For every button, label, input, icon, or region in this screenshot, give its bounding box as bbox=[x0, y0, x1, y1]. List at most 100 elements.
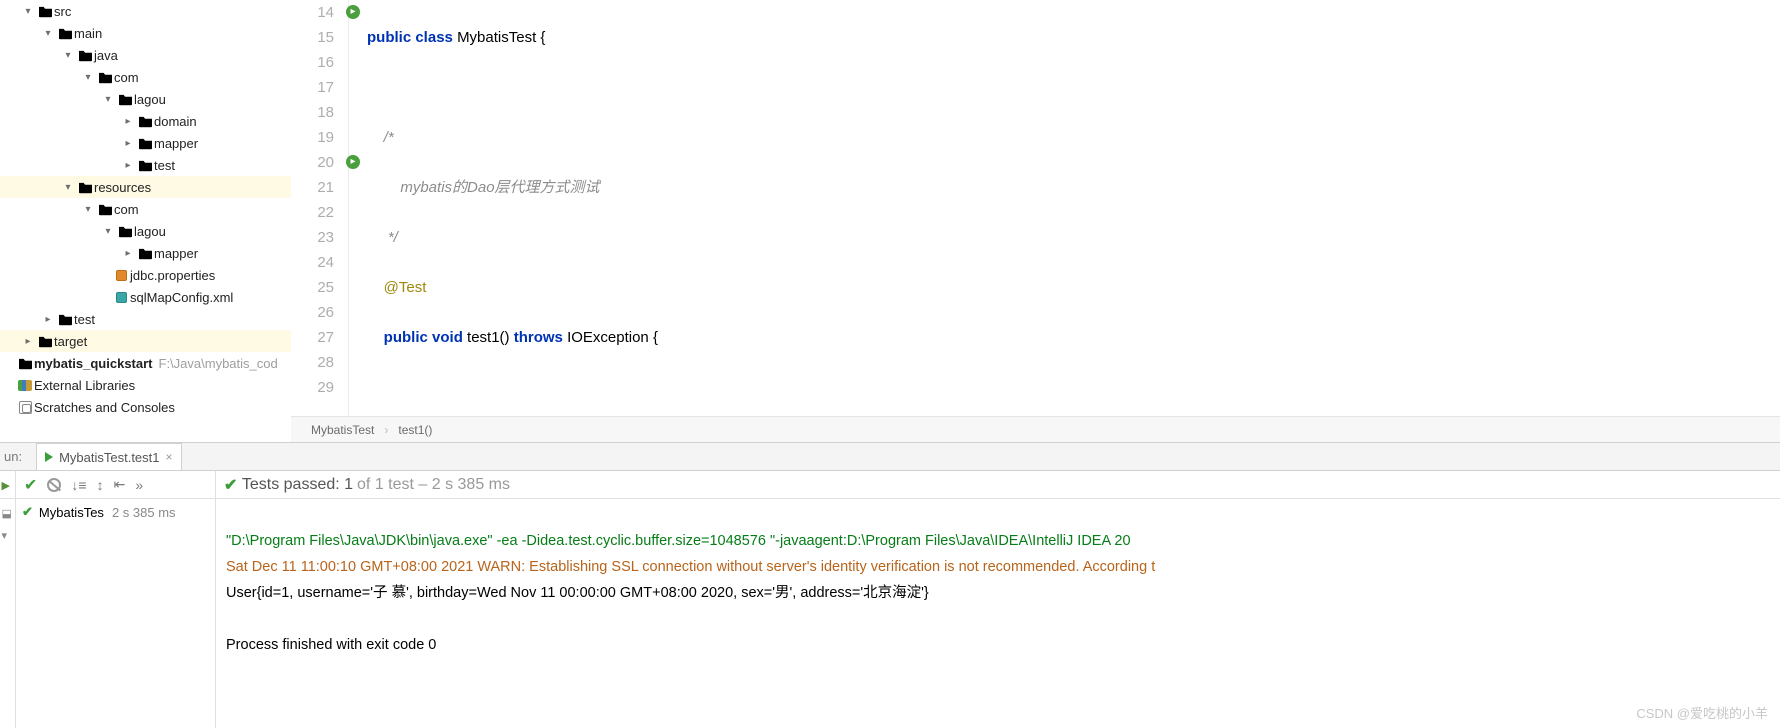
chevron-down-icon[interactable]: ▾ bbox=[20, 6, 36, 17]
chevron-right-icon[interactable]: ▸ bbox=[40, 314, 56, 325]
tree-label: main bbox=[74, 26, 102, 41]
run-gutter-icon[interactable]: ▸ bbox=[346, 5, 360, 19]
tree-node-lagou[interactable]: ▾ lagou bbox=[0, 88, 291, 110]
test-tree-item[interactable]: ✔ MybatisTes 2 s 385 ms bbox=[16, 499, 215, 525]
chevron-right-icon[interactable]: ▸ bbox=[120, 116, 136, 127]
collapse-icon[interactable]: ⇤ bbox=[114, 476, 126, 493]
tree-label: sqlMapConfig.xml bbox=[130, 290, 233, 305]
test-name: MybatisTes bbox=[39, 505, 104, 520]
run-side-toolbar: ⬓ ▾ bbox=[0, 499, 16, 728]
status-passed: Tests passed: 1 bbox=[242, 476, 353, 494]
code-editor[interactable]: 14▸ 15 16 17 18 19 20▸ 21 22 23 24 25 26… bbox=[291, 0, 1780, 442]
play-icon bbox=[45, 452, 53, 462]
tree-node-scratches[interactable]: Scratches and Consoles bbox=[0, 396, 291, 418]
tree-path: F:\Java\mybatis_cod bbox=[159, 356, 278, 371]
console-line: Sat Dec 11 11:00:10 GMT+08:00 2021 WARN:… bbox=[226, 559, 1155, 575]
tree-node-com[interactable]: ▾ com bbox=[0, 66, 291, 88]
status-detail: of 1 test – 2 s 385 ms bbox=[357, 476, 510, 494]
tree-label: src bbox=[54, 4, 71, 19]
xml-file-icon bbox=[116, 292, 127, 303]
tree-label: mybatis_quickstart bbox=[34, 356, 153, 371]
tree-node-external-libs[interactable]: External Libraries bbox=[0, 374, 291, 396]
tree-node-mapper2[interactable]: ▸ mapper bbox=[0, 242, 291, 264]
tree-node-domain[interactable]: ▸ domain bbox=[0, 110, 291, 132]
test-toolbar: ✔ ↓≡ ↕ ⇤ » bbox=[16, 471, 216, 499]
rerun-icon[interactable]: ▶ bbox=[2, 479, 14, 491]
test-status: ✔ Tests passed: 1 of 1 test – 2 s 385 ms bbox=[216, 471, 1780, 499]
run-tabbar: un: MybatisTest.test1 × bbox=[0, 443, 1780, 471]
tree-label: test bbox=[74, 312, 95, 327]
tree-node-java[interactable]: ▾ java bbox=[0, 44, 291, 66]
tree-node-test-pkg[interactable]: ▸ test bbox=[0, 154, 291, 176]
breadcrumb-class[interactable]: MybatisTest bbox=[311, 423, 374, 437]
tree-node-target[interactable]: ▸ target bbox=[0, 330, 291, 352]
chevron-right-icon[interactable]: ▸ bbox=[120, 160, 136, 171]
tree-label: mapper bbox=[154, 246, 198, 261]
console-line: "D:\Program Files\Java\JDK\bin\java.exe"… bbox=[226, 533, 1131, 549]
tree-label: target bbox=[54, 334, 87, 349]
breadcrumb[interactable]: MybatisTest › test1() bbox=[291, 416, 1780, 442]
chevron-right-icon[interactable]: ▸ bbox=[120, 248, 136, 259]
tree-label: com bbox=[114, 70, 139, 85]
console-line: User{id=1, username='子 慕', birthday=Wed … bbox=[226, 585, 929, 601]
chevron-right-icon[interactable]: ▸ bbox=[120, 138, 136, 149]
chevron-down-icon[interactable]: ▾ bbox=[60, 182, 76, 193]
tree-label: com bbox=[114, 202, 139, 217]
fold-strip[interactable] bbox=[349, 0, 361, 416]
tree-node-src[interactable]: ▾ src bbox=[0, 0, 291, 22]
test-tree[interactable]: ✔ MybatisTes 2 s 385 ms bbox=[16, 499, 216, 728]
editor-gutter[interactable]: 14▸ 15 16 17 18 19 20▸ 21 22 23 24 25 26… bbox=[291, 0, 349, 416]
tree-label: test bbox=[154, 158, 175, 173]
run-panel-label: un: bbox=[4, 449, 28, 464]
chevron-right-icon[interactable]: ▸ bbox=[20, 336, 36, 347]
stop-icon[interactable]: ⬓ bbox=[2, 507, 14, 519]
tree-label: External Libraries bbox=[34, 378, 135, 393]
more-icon[interactable]: » bbox=[135, 477, 143, 493]
tree-label: lagou bbox=[134, 92, 166, 107]
sort-icon[interactable]: ↓≡ bbox=[71, 477, 86, 493]
chevron-right-icon: › bbox=[384, 423, 388, 437]
run-gutter-icon[interactable]: ▸ bbox=[346, 155, 360, 169]
tree-label: resources bbox=[94, 180, 151, 195]
library-icon bbox=[18, 380, 32, 391]
tree-label: lagou bbox=[134, 224, 166, 239]
code-content[interactable]: public class MybatisTest { /* mybatis的Da… bbox=[361, 0, 1780, 416]
watermark: CSDN @爱吃桃的小羊 bbox=[1636, 703, 1768, 722]
chevron-down-icon[interactable]: ▾ bbox=[80, 204, 96, 215]
check-icon[interactable]: ✔ bbox=[24, 475, 37, 495]
chevron-down-icon[interactable]: ▾ bbox=[100, 94, 116, 105]
properties-file-icon bbox=[116, 270, 127, 281]
scratch-icon bbox=[19, 401, 32, 414]
tree-label: jdbc.properties bbox=[130, 268, 215, 283]
chevron-down-icon[interactable]: ▾ bbox=[60, 50, 76, 61]
tree-label: domain bbox=[154, 114, 197, 129]
tree-node-sqlmapconfig[interactable]: sqlMapConfig.xml bbox=[0, 286, 291, 308]
expand-icon[interactable]: ↕ bbox=[97, 477, 104, 493]
run-tab-label: MybatisTest.test1 bbox=[59, 450, 159, 465]
check-icon: ✔ bbox=[224, 475, 237, 495]
tree-node-jdbc-properties[interactable]: jdbc.properties bbox=[0, 264, 291, 286]
chevron-down-icon[interactable]: ▾ bbox=[40, 28, 56, 39]
tree-label: Scratches and Consoles bbox=[34, 400, 175, 415]
check-icon: ✔ bbox=[22, 504, 33, 520]
chevron-down-icon[interactable]: ▾ bbox=[80, 72, 96, 83]
tree-label: java bbox=[94, 48, 118, 63]
console-output[interactable]: "D:\Program Files\Java\JDK\bin\java.exe"… bbox=[216, 499, 1780, 728]
tree-node-mapper[interactable]: ▸ mapper bbox=[0, 132, 291, 154]
console-line: Process finished with exit code 0 bbox=[226, 637, 436, 653]
breadcrumb-method[interactable]: test1() bbox=[398, 423, 432, 437]
layout-icon[interactable]: ▾ bbox=[2, 529, 14, 541]
ignore-icon[interactable] bbox=[47, 478, 61, 492]
tree-node-main[interactable]: ▾ main bbox=[0, 22, 291, 44]
tree-node-test-folder[interactable]: ▸ test bbox=[0, 308, 291, 330]
close-icon[interactable]: × bbox=[166, 450, 173, 464]
project-tree[interactable]: ▾ src ▾ main ▾ java ▾ com ▾ bbox=[0, 0, 291, 442]
tree-label: mapper bbox=[154, 136, 198, 151]
chevron-down-icon[interactable]: ▾ bbox=[100, 226, 116, 237]
test-duration: 2 s 385 ms bbox=[112, 505, 182, 520]
tree-node-com2[interactable]: ▾ com bbox=[0, 198, 291, 220]
tree-node-lagou2[interactable]: ▾ lagou bbox=[0, 220, 291, 242]
tree-node-resources[interactable]: ▾ resources bbox=[0, 176, 291, 198]
run-tab[interactable]: MybatisTest.test1 × bbox=[36, 443, 181, 470]
tree-node-module[interactable]: mybatis_quickstart F:\Java\mybatis_cod bbox=[0, 352, 291, 374]
